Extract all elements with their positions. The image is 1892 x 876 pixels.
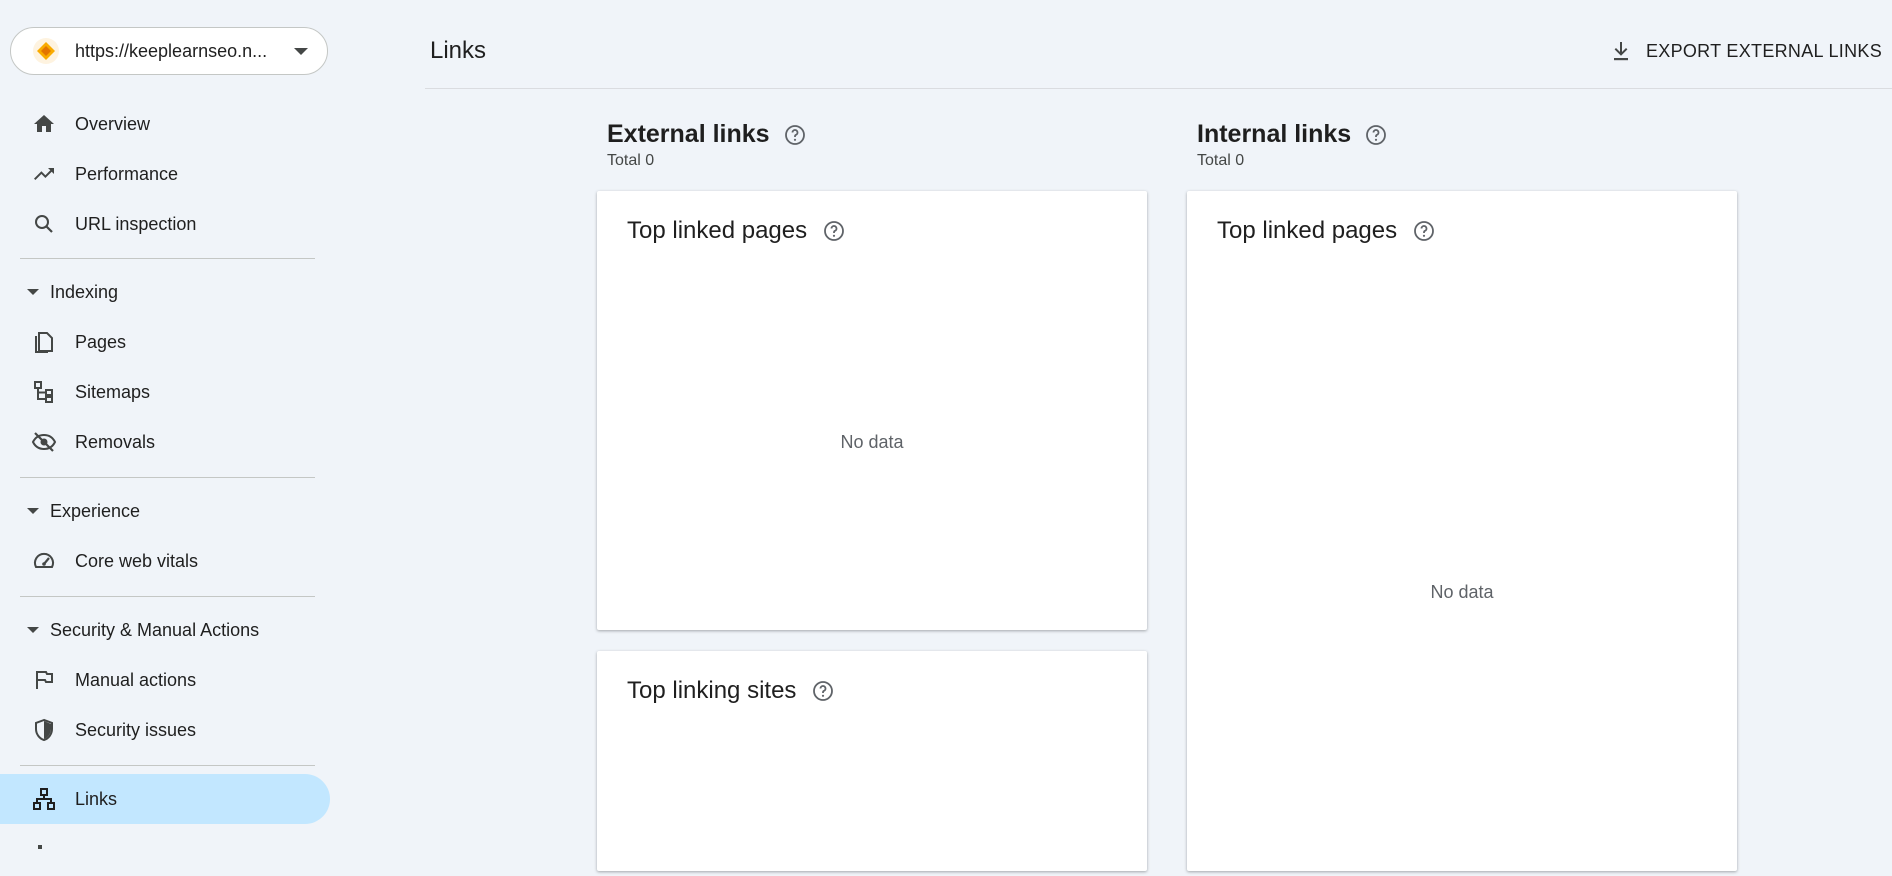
sidebar-item-links[interactable]: Links	[0, 774, 330, 824]
external-top-linked-pages-card: Top linked pages No data	[597, 191, 1147, 630]
property-url: https://keeplearnseo.n...	[75, 40, 268, 61]
property-selector[interactable]: https://keeplearnseo.n...	[10, 27, 328, 75]
divider	[20, 596, 315, 597]
section-label: Experience	[50, 500, 141, 521]
sidebar-item-label: Performance	[75, 163, 179, 184]
internal-links-heading: Internal links	[1197, 120, 1387, 149]
help-icon[interactable]	[823, 220, 845, 242]
sidebar-item-next[interactable]	[0, 826, 330, 876]
sidebar-item-label: Overview	[75, 113, 151, 134]
sidebar-item-sitemaps[interactable]: Sitemaps	[0, 367, 330, 417]
divider	[20, 477, 315, 478]
sidebar-item-security-issues[interactable]: Security issues	[0, 705, 330, 755]
header-divider	[425, 88, 1892, 89]
home-icon	[31, 111, 57, 137]
caret-down-icon	[27, 627, 39, 633]
no-data-message: No data	[840, 432, 904, 452]
sidebar-item-label: Core web vitals	[75, 550, 199, 571]
flag-icon	[31, 667, 57, 693]
sidebar-item-overview[interactable]: Overview	[0, 99, 330, 149]
sidebar: https://keeplearnseo.n... Overview Perfo…	[0, 0, 340, 849]
external-links-total: Total 0	[607, 152, 655, 169]
visibility-off-icon	[31, 429, 57, 455]
help-icon[interactable]	[1413, 220, 1435, 242]
export-label: EXPORT EXTERNAL LINKS	[1645, 40, 1882, 61]
help-icon[interactable]	[784, 124, 806, 146]
links-network-icon	[31, 786, 57, 812]
download-icon	[1608, 38, 1634, 64]
no-data-message: No data	[1430, 582, 1494, 602]
card-title: Top linked pages	[627, 217, 845, 245]
sidebar-item-label: Security issues	[75, 719, 197, 740]
sidebar-item-label: Removals	[75, 431, 156, 452]
export-external-links-button[interactable]: EXPORT EXTERNAL LINKS	[1608, 34, 1882, 68]
section-security-manual-actions[interactable]: Security & Manual Actions	[0, 608, 330, 652]
section-experience[interactable]: Experience	[0, 489, 330, 533]
sidebar-item-pages[interactable]: Pages	[0, 317, 330, 367]
divider	[20, 258, 315, 259]
section-label: Indexing	[50, 281, 119, 302]
speed-gauge-icon	[31, 548, 57, 574]
shield-icon	[31, 717, 57, 743]
help-icon[interactable]	[812, 680, 834, 702]
card-title: Top linked pages	[1217, 217, 1435, 245]
caret-down-icon	[27, 289, 39, 295]
section-label: Security & Manual Actions	[50, 619, 260, 640]
card-title-text: Top linking sites	[627, 677, 797, 704]
sitemap-icon	[31, 379, 57, 405]
help-icon[interactable]	[1365, 124, 1387, 146]
search-console-logo-icon	[31, 36, 61, 66]
chevron-down-icon[interactable]	[294, 47, 308, 55]
sidebar-item-label: URL inspection	[75, 213, 197, 234]
sidebar-item-core-web-vitals[interactable]: Core web vitals	[0, 536, 330, 586]
card-title-text: Top linked pages	[1217, 217, 1398, 244]
sidebar-item-label: Sitemaps	[75, 381, 151, 402]
settings-partial-icon	[31, 838, 57, 864]
external-links-heading: External links	[607, 120, 806, 149]
caret-down-icon	[27, 508, 39, 514]
internal-top-linked-pages-card: Top linked pages No data	[1187, 191, 1737, 871]
card-title: Top linking sites	[627, 677, 834, 705]
divider	[20, 765, 315, 766]
internal-links-total: Total 0	[1197, 152, 1245, 169]
sidebar-item-label: Links	[75, 788, 118, 809]
sidebar-item-manual-actions[interactable]: Manual actions	[0, 655, 330, 705]
trending-up-icon	[31, 161, 57, 187]
card-title-text: Top linked pages	[627, 217, 808, 244]
sidebar-item-performance[interactable]: Performance	[0, 149, 330, 199]
section-indexing[interactable]: Indexing	[0, 270, 330, 314]
internal-links-title: Internal links	[1197, 120, 1352, 148]
search-icon	[31, 211, 57, 237]
pages-icon	[31, 329, 57, 355]
external-links-title: External links	[607, 120, 770, 148]
page-title: Links	[430, 37, 487, 64]
external-top-linking-sites-card: Top linking sites	[597, 651, 1147, 871]
sidebar-item-label: Pages	[75, 331, 127, 352]
sidebar-item-url-inspection[interactable]: URL inspection	[0, 199, 330, 249]
sidebar-item-removals[interactable]: Removals	[0, 417, 330, 467]
sidebar-item-label: Manual actions	[75, 669, 197, 690]
